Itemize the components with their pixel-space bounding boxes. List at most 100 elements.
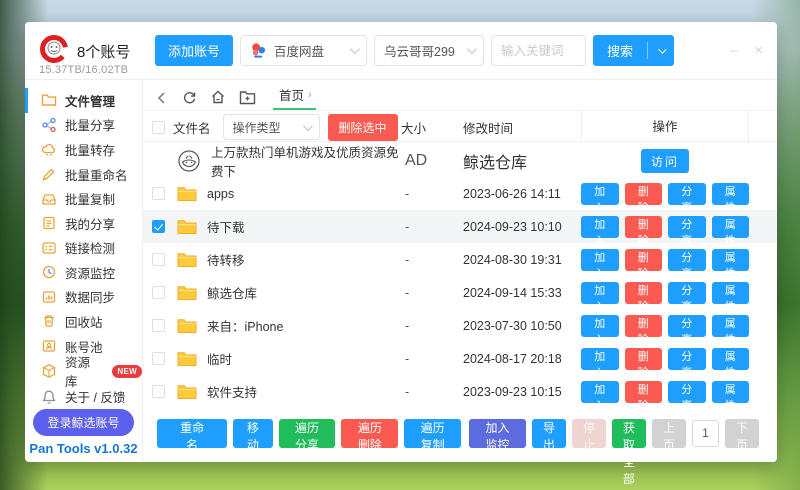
get-all-button[interactable]: 获取全部 xyxy=(612,419,646,448)
prev-page-button[interactable]: 上页 xyxy=(652,419,686,448)
table-row[interactable]: 来自：iPhone - 2023-07-30 10:50 加入 删除 分享 属性 xyxy=(143,309,777,342)
pencil-icon xyxy=(41,166,57,182)
join-button[interactable]: 加入 xyxy=(581,348,619,370)
sidebar-item-batch-rename[interactable]: 批量重命名 xyxy=(25,162,142,187)
window-controls: – × xyxy=(730,43,763,58)
share-button[interactable]: 分享 xyxy=(668,381,706,403)
export-button[interactable]: 导出 xyxy=(532,419,566,448)
sidebar-item-link-check[interactable]: 链接检测 xyxy=(25,235,142,260)
provider-select[interactable]: 百度网盘 xyxy=(240,35,367,66)
page-number-input[interactable] xyxy=(692,420,719,447)
properties-button[interactable]: 属性 xyxy=(712,282,750,304)
share-button[interactable]: 分享 xyxy=(668,315,706,337)
file-name[interactable]: apps xyxy=(207,187,234,201)
refresh-icon[interactable] xyxy=(182,90,197,110)
properties-button[interactable]: 属性 xyxy=(712,249,750,271)
table-row[interactable]: 待下载 - 2024-09-23 10:10 加入 删除 分享 属性 xyxy=(143,210,777,243)
delete-button[interactable]: 删除 xyxy=(625,183,663,205)
sidebar-item-about-feedback[interactable]: 关于 / 反馈 xyxy=(25,384,142,409)
share-button[interactable]: 分享 xyxy=(668,348,706,370)
visit-button[interactable]: 访问 xyxy=(641,149,689,173)
properties-button[interactable]: 属性 xyxy=(712,183,750,205)
share-button[interactable]: 分享 xyxy=(668,216,706,238)
ad-row[interactable]: 上万款热门单机游戏及优质资源免费下 AD 鲸选仓库 访问 xyxy=(143,142,777,177)
table-row[interactable]: 临时 - 2024-08-17 20:18 加入 删除 分享 属性 xyxy=(143,342,777,375)
add-account-button[interactable]: 添加账号 xyxy=(155,35,233,66)
back-icon[interactable] xyxy=(155,91,169,110)
search-options-button[interactable] xyxy=(648,48,674,54)
share-button[interactable]: 分享 xyxy=(668,183,706,205)
row-checkbox[interactable] xyxy=(152,220,165,233)
join-button[interactable]: 加入 xyxy=(581,216,619,238)
search-button[interactable]: 搜索 xyxy=(593,41,647,60)
iterate-copy-button[interactable]: 遍历复制 xyxy=(404,419,461,448)
table-row[interactable]: 软件支持 - 2023-09-23 10:15 加入 删除 分享 属性 xyxy=(143,375,777,408)
sidebar-item-recycle-bin[interactable]: 回收站 xyxy=(25,309,142,334)
sidebar-item-batch-save[interactable]: 批量转存 xyxy=(25,137,142,162)
id-card-icon xyxy=(41,338,57,354)
share-nodes-icon xyxy=(41,117,57,133)
sidebar-item-batch-copy[interactable]: 批量复制 xyxy=(25,186,142,211)
table-row[interactable]: 待转移 - 2024-08-30 19:31 加入 删除 分享 属性 xyxy=(143,243,777,276)
rename-button[interactable]: 重命名 xyxy=(157,419,227,448)
properties-button[interactable]: 属性 xyxy=(712,216,750,238)
file-name[interactable]: 待下载 xyxy=(207,217,245,236)
delete-selected-button[interactable]: 删除选中 xyxy=(328,114,398,141)
ad-text[interactable]: 上万款热门单机游戏及优质资源免费下 xyxy=(211,142,401,180)
file-name[interactable]: 待转移 xyxy=(207,250,245,269)
search-split-button[interactable]: 搜索 xyxy=(593,35,674,66)
folder-icon xyxy=(177,351,197,367)
iterate-share-button[interactable]: 遍历分享 xyxy=(279,419,336,448)
properties-button[interactable]: 属性 xyxy=(712,381,750,403)
stop-button[interactable]: 停止 xyxy=(572,419,606,448)
account-select[interactable]: 乌云哥哥299 xyxy=(374,35,484,66)
operation-type-select[interactable]: 操作类型 xyxy=(223,114,320,140)
minimize-button[interactable]: – xyxy=(730,43,738,58)
delete-button[interactable]: 删除 xyxy=(625,282,663,304)
sidebar-item-data-sync[interactable]: 数据同步 xyxy=(25,285,142,310)
sidebar-item-resource-library[interactable]: 资源库 NEW xyxy=(25,358,142,384)
sidebar-item-batch-share[interactable]: 批量分享 xyxy=(25,113,142,138)
breadcrumb-tab-home[interactable]: 首页 › xyxy=(273,85,316,110)
row-checkbox[interactable] xyxy=(152,385,165,398)
join-button[interactable]: 加入 xyxy=(581,249,619,271)
join-button[interactable]: 加入 xyxy=(581,381,619,403)
iterate-delete-button[interactable]: 遍历删除 xyxy=(341,419,398,448)
keyword-input[interactable] xyxy=(491,35,586,66)
properties-button[interactable]: 属性 xyxy=(712,315,750,337)
move-button[interactable]: 移动 xyxy=(233,419,272,448)
sidebar-item-resource-monitor[interactable]: 资源监控 xyxy=(25,260,142,285)
new-folder-icon[interactable] xyxy=(239,90,256,110)
delete-button[interactable]: 删除 xyxy=(625,381,663,403)
properties-button[interactable]: 属性 xyxy=(712,348,750,370)
add-monitor-button[interactable]: 加入监控 xyxy=(469,419,526,448)
delete-button[interactable]: 删除 xyxy=(625,216,663,238)
close-button[interactable]: × xyxy=(754,43,763,58)
next-page-button[interactable]: 下页 xyxy=(725,419,759,448)
row-checkbox[interactable] xyxy=(152,253,165,266)
file-name[interactable]: 鲸选仓库 xyxy=(207,283,257,302)
file-name[interactable]: 临时 xyxy=(207,349,232,368)
delete-button[interactable]: 删除 xyxy=(625,249,663,271)
folder-icon xyxy=(177,384,197,400)
join-button[interactable]: 加入 xyxy=(581,183,619,205)
row-checkbox[interactable] xyxy=(152,286,165,299)
home-icon[interactable] xyxy=(210,89,226,110)
sidebar-item-file-manage[interactable]: 文件管理 xyxy=(25,88,142,113)
join-button[interactable]: 加入 xyxy=(581,315,619,337)
join-button[interactable]: 加入 xyxy=(581,282,619,304)
share-button[interactable]: 分享 xyxy=(668,282,706,304)
sidebar-item-my-shares[interactable]: 我的分享 xyxy=(25,211,142,236)
login-whale-account-button[interactable]: 登录鲸选账号 xyxy=(33,409,133,436)
file-name[interactable]: 来自：iPhone xyxy=(207,316,283,335)
select-all-checkbox[interactable] xyxy=(152,121,165,134)
share-button[interactable]: 分享 xyxy=(668,249,706,271)
row-checkbox[interactable] xyxy=(152,352,165,365)
delete-button[interactable]: 删除 xyxy=(625,315,663,337)
delete-button[interactable]: 删除 xyxy=(625,348,663,370)
row-checkbox[interactable] xyxy=(152,319,165,332)
row-checkbox[interactable] xyxy=(152,187,165,200)
table-row[interactable]: apps - 2023-06-26 14:11 加入 删除 分享 属性 xyxy=(143,177,777,210)
table-row[interactable]: 鲸选仓库 - 2024-09-14 15:33 加入 删除 分享 属性 xyxy=(143,276,777,309)
file-name[interactable]: 软件支持 xyxy=(207,382,257,401)
